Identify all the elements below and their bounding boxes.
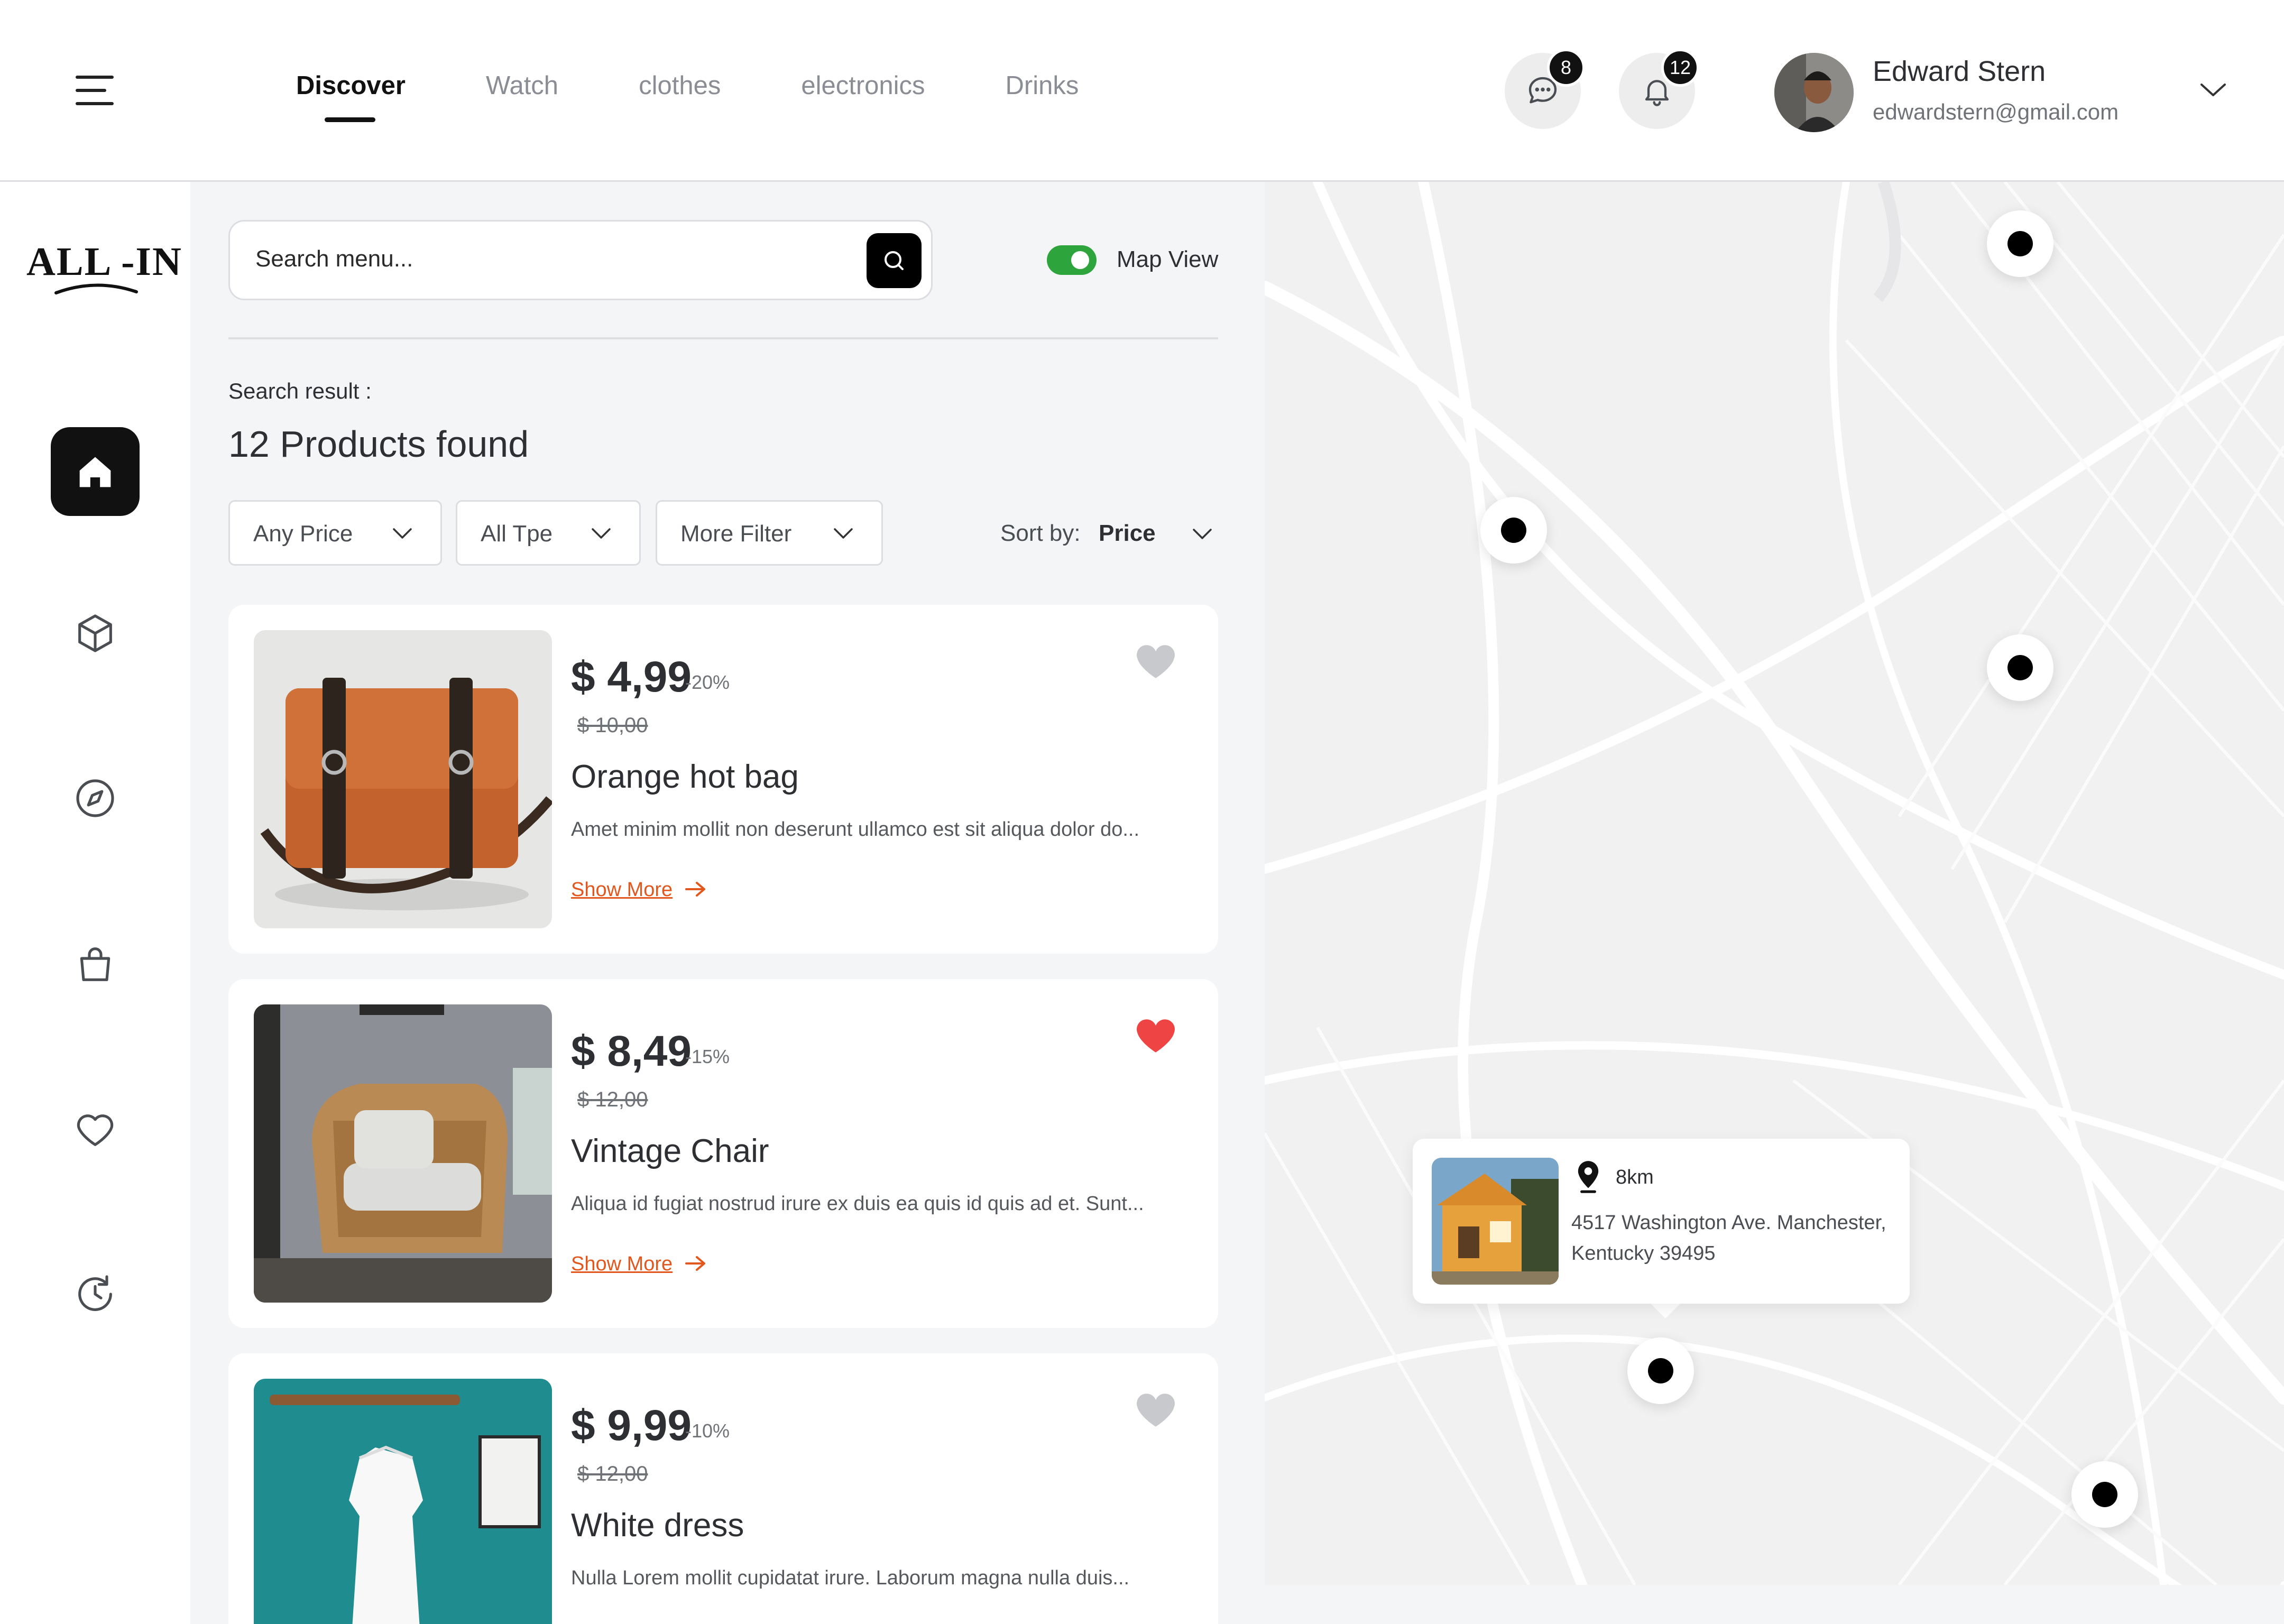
map-pin[interactable] — [1987, 634, 2053, 701]
logo-swoosh — [54, 283, 138, 294]
map-pin[interactable] — [2071, 1461, 2138, 1528]
messages-button[interactable]: 8 — [1505, 49, 1585, 129]
product-discount: -15% — [685, 1046, 730, 1067]
show-more-link[interactable]: Show More — [571, 879, 673, 901]
product-card[interactable]: $ 9,99 -10% $ 12,00 White dress Nulla Lo… — [228, 1353, 1218, 1624]
filter-label: More Filter — [680, 521, 792, 547]
location-address: Kentucky 39495 — [1571, 1242, 1716, 1265]
toggle-knob — [1071, 251, 1089, 269]
divider — [228, 337, 1218, 339]
sidebar-item-history[interactable] — [51, 1250, 140, 1339]
product-card[interactable]: $ 8,49 -15% $ 12,00 Vintage Chair Aliqua… — [228, 979, 1218, 1328]
product-discount: -10% — [685, 1420, 730, 1442]
sidebar-item-products[interactable] — [51, 589, 140, 678]
chevron-down-icon — [592, 528, 611, 539]
top-header: Discover Watch clothes electronics Drink… — [0, 0, 2284, 182]
search-bar — [228, 220, 933, 300]
map-streets — [1265, 182, 2284, 1585]
chevron-down-icon[interactable] — [1192, 527, 1213, 541]
location-popup[interactable]: 8km 4517 Washington Ave. Manchester, Ken… — [1413, 1139, 1910, 1304]
chevron-down-icon[interactable] — [2198, 79, 2228, 100]
arrow-right-icon[interactable] — [683, 1253, 708, 1274]
home-icon — [79, 457, 111, 487]
filter-label: Any Price — [253, 521, 353, 547]
location-image — [1432, 1158, 1559, 1285]
history-icon — [78, 1275, 112, 1311]
search-button[interactable] — [867, 233, 922, 288]
tab-drinks[interactable]: Drinks — [1006, 71, 1079, 100]
product-title: Orange hot bag — [571, 759, 799, 795]
map-pin-selected[interactable] — [1627, 1337, 1694, 1404]
products-found-count: 12 Products found — [228, 423, 529, 465]
favorite-heart-icon[interactable] — [1135, 1016, 1177, 1054]
filter-price-dropdown[interactable]: Any Price — [228, 500, 442, 566]
map-view-label: Map View — [1117, 246, 1219, 272]
arrow-right-icon[interactable] — [683, 879, 708, 900]
product-image — [254, 630, 552, 928]
notifications-button[interactable]: 12 — [1619, 49, 1699, 129]
product-old-price: $ 12,00 — [577, 1462, 648, 1485]
notifications-badge: 12 — [1661, 49, 1699, 87]
product-title: Vintage Chair — [571, 1133, 769, 1169]
sidebar-item-home[interactable] — [51, 427, 140, 516]
filter-label: All Tpe — [481, 521, 553, 547]
product-price: $ 9,99 — [571, 1401, 692, 1450]
product-old-price: $ 10,00 — [577, 714, 648, 737]
sort-value[interactable]: Price — [1099, 520, 1156, 547]
compass-icon — [76, 779, 114, 817]
box-icon — [78, 614, 112, 652]
product-description: Aliqua id fugiat nostrud irure ex duis e… — [571, 1193, 1144, 1215]
search-result-label: Search result : — [228, 379, 372, 403]
favorite-heart-icon[interactable] — [1135, 1390, 1177, 1428]
search-input[interactable] — [255, 246, 784, 272]
sort-label: Sort by: — [1000, 520, 1081, 546]
hamburger-menu-icon[interactable] — [76, 76, 114, 105]
sidebar-item-cart[interactable] — [51, 920, 140, 1009]
product-title: White dress — [571, 1507, 744, 1544]
chevron-down-icon — [834, 528, 853, 539]
tab-watch[interactable]: Watch — [486, 71, 558, 100]
category-tabs: Discover Watch clothes electronics Drink… — [296, 71, 1159, 122]
shopping-bag-icon — [80, 947, 110, 981]
map-view[interactable] — [1265, 182, 2284, 1585]
map-view-toggle[interactable] — [1047, 245, 1097, 275]
product-discount: -20% — [685, 671, 730, 693]
sidebar-item-explore[interactable] — [51, 754, 140, 843]
messages-badge: 8 — [1547, 49, 1585, 87]
product-image — [254, 1004, 552, 1303]
more-filter-dropdown[interactable]: More Filter — [656, 500, 883, 566]
product-old-price: $ 12,00 — [577, 1088, 648, 1111]
map-pin[interactable] — [1987, 210, 2053, 277]
location-pin-icon — [1578, 1161, 1599, 1193]
user-email: edwardstern@gmail.com — [1873, 99, 2119, 124]
favorite-heart-icon[interactable] — [1135, 642, 1177, 680]
logo[interactable]: ALL -IN — [26, 239, 182, 302]
tab-discover[interactable]: Discover — [296, 71, 406, 122]
search-icon — [885, 251, 904, 270]
tab-clothes[interactable]: clothes — [639, 71, 721, 100]
sidebar: ALL -IN — [0, 182, 190, 1624]
user-name: Edward Stern — [1873, 56, 2046, 87]
product-description: Amet minim mollit non deserunt ullamco e… — [571, 818, 1140, 841]
chevron-down-icon — [393, 528, 412, 539]
map-pin[interactable] — [1480, 497, 1547, 564]
product-price: $ 4,99 — [571, 653, 692, 701]
product-price: $ 8,49 — [571, 1027, 692, 1075]
product-card[interactable]: $ 4,99 -20% $ 10,00 Orange hot bag Amet … — [228, 605, 1218, 954]
heart-icon — [77, 1114, 114, 1146]
tab-electronics[interactable]: electronics — [801, 71, 925, 100]
show-more-link[interactable]: Show More — [571, 1253, 673, 1276]
filter-type-dropdown[interactable]: All Tpe — [456, 500, 641, 566]
sidebar-item-favorites[interactable] — [51, 1085, 140, 1174]
location-distance: 8km — [1616, 1166, 1654, 1188]
avatar[interactable] — [1774, 53, 1854, 132]
logo-text: ALL -IN — [26, 239, 182, 284]
product-image — [254, 1379, 552, 1624]
location-address: 4517 Washington Ave. Manchester, — [1571, 1212, 1886, 1234]
product-description: Nulla Lorem mollit cupidatat irure. Labo… — [571, 1567, 1130, 1589]
